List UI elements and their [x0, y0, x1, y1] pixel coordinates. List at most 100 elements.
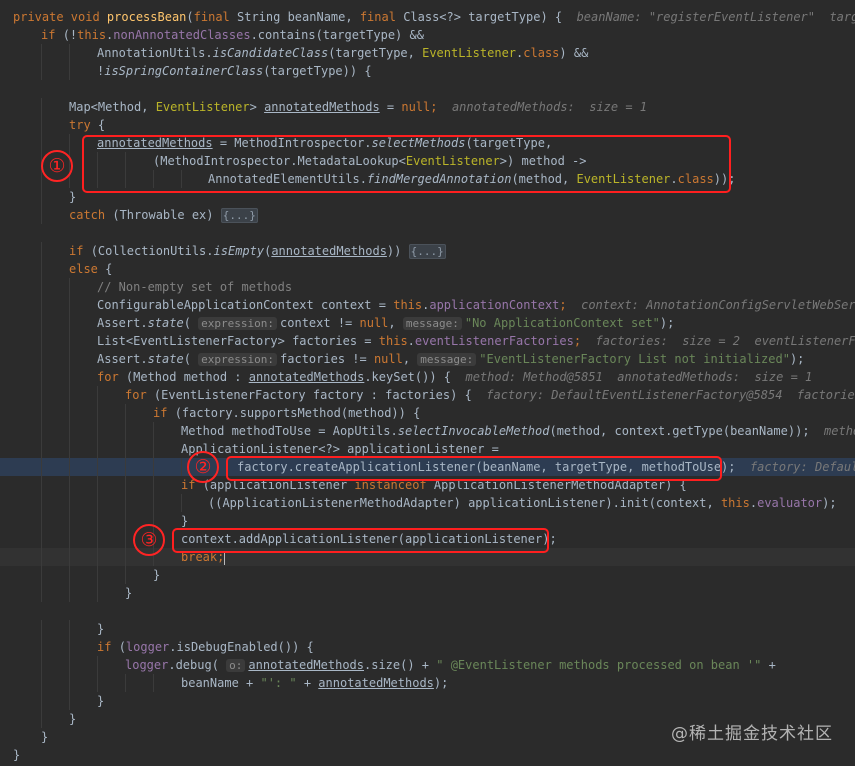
indent-guide: [153, 494, 154, 512]
code-line[interactable]: logger.debug( o: annotatedMethods.size() …: [0, 656, 855, 674]
code-line[interactable]: try {: [0, 116, 855, 134]
code-token: .keySet()) {: [364, 370, 466, 384]
code-text: Map<Method, EventListener> annotatedMeth…: [69, 98, 647, 116]
code-line[interactable]: [0, 224, 855, 242]
code-token: {: [97, 118, 106, 132]
code-token: processBean: [106, 10, 187, 24]
code-text: logger.debug( o: annotatedMethods.size() …: [125, 656, 776, 674]
code-token: if: [97, 640, 119, 654]
code-line[interactable]: }: [0, 584, 855, 602]
code-token: .size() +: [364, 658, 437, 672]
indent-guide: [97, 584, 98, 602]
code-token: List<EventListenerFactory> factories =: [97, 334, 379, 348]
indent-guide: [41, 512, 42, 530]
code-token: annotatedMethods: [248, 658, 364, 672]
code-token: ApplicationListener<?> applicationListen…: [181, 442, 499, 456]
code-token: (!: [62, 28, 78, 42]
indent-guide: [41, 620, 42, 638]
code-text: Assert.state( expression: context != null…: [97, 314, 674, 332]
highlight-box-2: [226, 456, 722, 481]
code-line[interactable]: Assert.state( expression: factories != nu…: [0, 350, 855, 368]
step-marker-1: ①: [41, 150, 73, 182]
code-line[interactable]: Assert.state( expression: context != null…: [0, 314, 855, 332]
parameter-hint: message:: [417, 353, 477, 366]
indent-guide: [41, 530, 42, 548]
code-line[interactable]: [0, 80, 855, 98]
folded-block[interactable]: {...}: [408, 244, 446, 259]
code-line[interactable]: if (factory.supportsMethod(method)) {: [0, 404, 855, 422]
code-token: )): [386, 244, 409, 258]
code-token: .isDebugEnabled()) {: [169, 640, 314, 654]
code-line[interactable]: }: [0, 620, 855, 638]
indent-guide: [41, 638, 42, 656]
code-line[interactable]: Method methodToUse = AopUtils.selectInvo…: [0, 422, 855, 440]
code-line[interactable]: if (CollectionUtils.isEmpty(annotatedMet…: [0, 242, 855, 260]
code-token: applicationContext: [429, 298, 560, 312]
code-line[interactable]: // Non-empty set of methods: [0, 278, 855, 296]
code-editor[interactable]: private void processBean(final String be…: [0, 0, 855, 766]
code-line[interactable]: beanName + "': " + annotatedMethods);: [0, 674, 855, 692]
code-text: Method methodToUse = AopUtils.selectInvo…: [181, 422, 855, 440]
code-text: Assert.state( expression: factories != nu…: [97, 350, 804, 368]
indent-guide: [97, 404, 98, 422]
indent-guide: [125, 440, 126, 458]
code-text: // Non-empty set of methods: [97, 278, 292, 296]
parameter-hint: o:: [226, 659, 246, 672]
highlight-box-3: [172, 528, 549, 553]
indent-guide: [69, 278, 70, 296]
indent-guide: [41, 332, 42, 350]
parameter-hint: expression:: [198, 317, 278, 330]
code-token: EventListener: [422, 46, 517, 60]
code-line[interactable]: [0, 602, 855, 620]
code-token: evaluator: [757, 496, 823, 510]
code-line[interactable]: if (logger.isDebugEnabled()) {: [0, 638, 855, 656]
indent-guide: [125, 548, 126, 566]
step-marker-2: ②: [187, 451, 219, 483]
indent-guide: [41, 260, 42, 278]
code-line[interactable]: }: [0, 566, 855, 584]
code-line[interactable]: List<EventListenerFactory> factories = t…: [0, 332, 855, 350]
code-token: private void: [13, 10, 107, 24]
code-token: (: [186, 10, 194, 24]
code-token: "': ": [260, 676, 297, 690]
code-line[interactable]: private void processBean(final String be…: [0, 8, 855, 26]
code-token: }: [69, 190, 77, 204]
code-token: class: [523, 46, 560, 60]
watermark: @稀土掘金技术社区: [671, 724, 833, 744]
code-token: ((ApplicationListenerMethodAdapter) appl…: [208, 496, 721, 510]
indent-guide: [69, 674, 70, 692]
folded-block[interactable]: {...}: [220, 208, 258, 223]
code-token: }: [125, 586, 133, 600]
code-token: annotatedMethods: [264, 100, 380, 114]
highlight-box-1: [82, 135, 731, 193]
indent-guide: [97, 440, 98, 458]
code-line[interactable]: }: [0, 746, 855, 764]
code-line[interactable]: ConfigurableApplicationContext context =…: [0, 296, 855, 314]
debug-inline-value: beanName: "registerEventListener" target…: [576, 10, 855, 24]
indent-guide: [97, 530, 98, 548]
code-token: if: [41, 28, 63, 42]
code-line[interactable]: for (EventListenerFactory factory : fact…: [0, 386, 855, 404]
indent-guide: [69, 530, 70, 548]
code-line[interactable]: if (!this.nonAnnotatedClasses.contains(t…: [0, 26, 855, 44]
code-token: beanName +: [181, 676, 261, 690]
code-line[interactable]: AnnotationUtils.isCandidateClass(targetT…: [0, 44, 855, 62]
code-line[interactable]: Map<Method, EventListener> annotatedMeth…: [0, 98, 855, 116]
indent-guide: [97, 566, 98, 584]
code-line[interactable]: for (Method method : annotatedMethods.ke…: [0, 368, 855, 386]
code-text: ((ApplicationListenerMethodAdapter) appl…: [208, 494, 837, 512]
code-text: }: [153, 566, 160, 584]
indent-guide: [153, 476, 154, 494]
code-line[interactable]: !isSpringContainerClass(targetType)) {: [0, 62, 855, 80]
code-text: }: [69, 710, 76, 728]
indent-guide: [41, 44, 42, 62]
indent-guide: [41, 350, 42, 368]
indent-guide: [41, 494, 42, 512]
code-line[interactable]: catch (Throwable ex) {...}: [0, 206, 855, 224]
code-line[interactable]: }: [0, 692, 855, 710]
code-line[interactable]: ((ApplicationListenerMethodAdapter) appl…: [0, 494, 855, 512]
code-token: factories !=: [280, 352, 374, 366]
code-text: AnnotationUtils.isCandidateClass(targetT…: [97, 44, 588, 62]
code-line[interactable]: else {: [0, 260, 855, 278]
indent-guide: [125, 404, 126, 422]
